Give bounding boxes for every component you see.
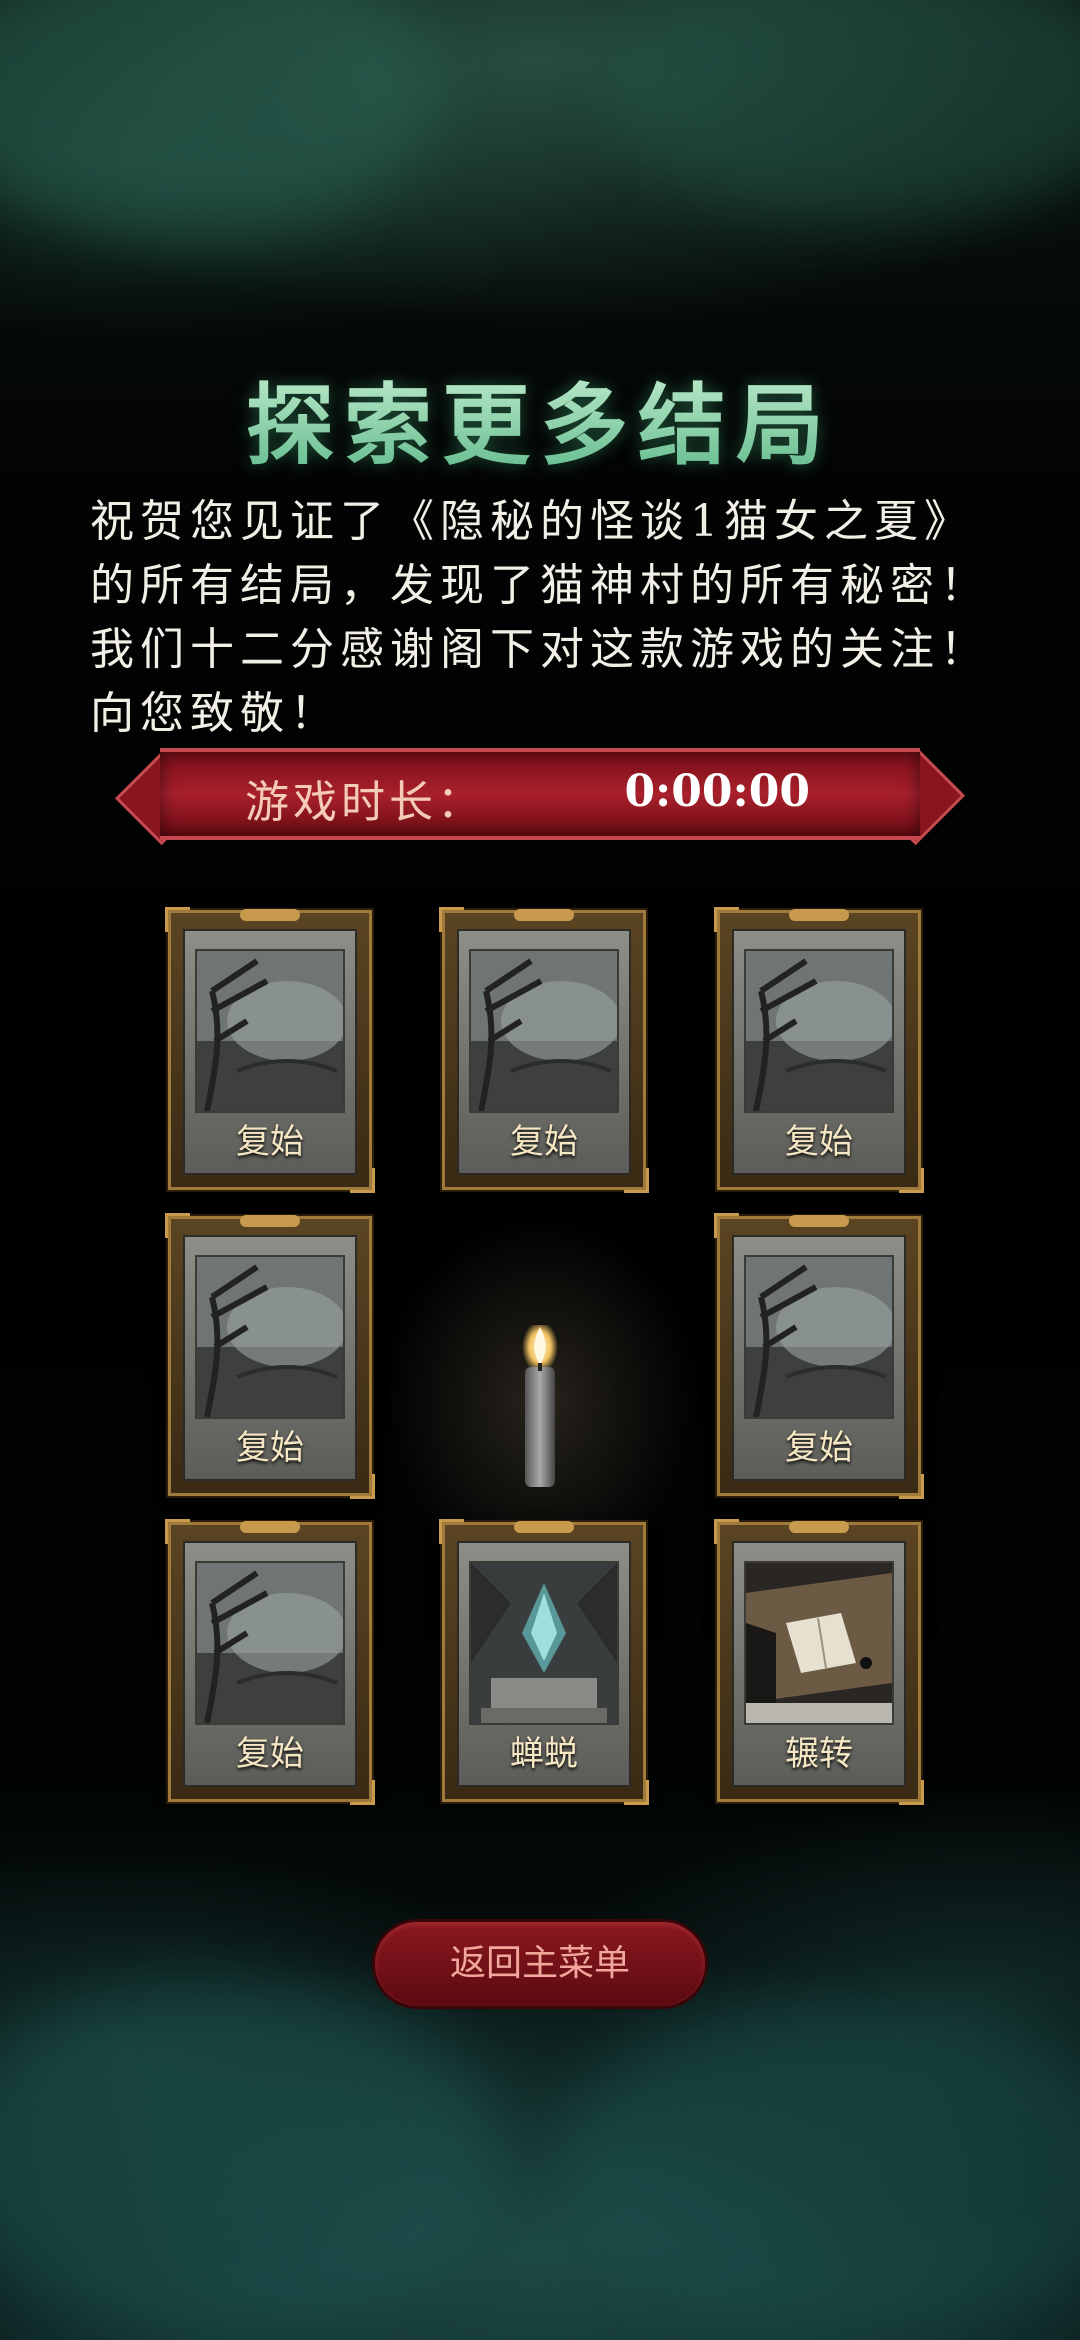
ending-card[interactable]: 复始 bbox=[439, 907, 649, 1193]
ending-card[interactable]: 蝉蜕 bbox=[439, 1519, 649, 1805]
cicada-shell-image bbox=[469, 1561, 619, 1725]
ending-card[interactable]: 复始 bbox=[714, 1213, 924, 1499]
card-ornament bbox=[514, 909, 574, 921]
smoke-decoration bbox=[560, 2000, 1080, 2340]
card-inner: 复始 bbox=[183, 929, 357, 1175]
smoke-decoration bbox=[0, 0, 440, 240]
ending-card[interactable]: 复始 bbox=[714, 907, 924, 1193]
forest-tree-image bbox=[469, 949, 619, 1113]
forest-tree-image bbox=[195, 1255, 345, 1419]
playtime-value: 0:00:00 bbox=[624, 766, 810, 817]
smoke-decoration bbox=[0, 1980, 500, 2340]
card-inner: 复始 bbox=[732, 1235, 906, 1481]
card-ornament bbox=[240, 909, 300, 921]
forest-tree-image bbox=[195, 1561, 345, 1725]
card-inner: 辗转 bbox=[732, 1541, 906, 1787]
card-inner: 复始 bbox=[183, 1541, 357, 1787]
desk-book-image bbox=[744, 1561, 894, 1725]
congratulations-message: 祝贺您见证了《隐秘的怪谈1猫女之夏》的所有结局，发现了猫神村的所有秘密！我们十二… bbox=[90, 496, 990, 739]
ending-label: 复始 bbox=[236, 1122, 304, 1162]
card-ornament bbox=[789, 1521, 849, 1533]
ending-label: 复始 bbox=[236, 1428, 304, 1468]
playtime-banner: 游戏时长： 0:00:00 bbox=[110, 748, 970, 846]
ending-label: 复始 bbox=[236, 1734, 304, 1774]
ending-label: 复始 bbox=[510, 1122, 578, 1162]
card-ornament bbox=[789, 1215, 849, 1227]
ending-card[interactable]: 复始 bbox=[165, 907, 375, 1193]
ending-label: 蝉蜕 bbox=[510, 1734, 578, 1774]
ending-card[interactable]: 复始 bbox=[165, 1519, 375, 1805]
card-ornament bbox=[789, 909, 849, 921]
back-to-main-menu-button[interactable]: 返回主菜单 bbox=[375, 1922, 705, 2006]
forest-tree-image bbox=[744, 1255, 894, 1419]
ending-card[interactable]: 辗转 bbox=[714, 1519, 924, 1805]
ending-card[interactable]: 复始 bbox=[165, 1213, 375, 1499]
smoke-decoration bbox=[600, 0, 1080, 220]
card-ornament bbox=[240, 1215, 300, 1227]
forest-tree-image bbox=[195, 949, 345, 1113]
card-inner: 复始 bbox=[732, 929, 906, 1175]
card-inner: 复始 bbox=[457, 929, 631, 1175]
ending-label: 辗转 bbox=[785, 1734, 853, 1774]
ending-label: 复始 bbox=[785, 1428, 853, 1468]
endings-screen: 探索更多结局 祝贺您见证了《隐秘的怪谈1猫女之夏》的所有结局，发现了猫神村的所有… bbox=[0, 0, 1080, 2340]
ending-label: 复始 bbox=[785, 1122, 853, 1162]
playtime-label: 游戏时长： bbox=[245, 777, 485, 828]
card-inner: 蝉蜕 bbox=[457, 1541, 631, 1787]
candle-icon bbox=[522, 1325, 558, 1487]
card-inner: 复始 bbox=[183, 1235, 357, 1481]
page-title: 探索更多结局 bbox=[0, 355, 1080, 482]
forest-tree-image bbox=[744, 949, 894, 1113]
card-ornament bbox=[514, 1521, 574, 1533]
card-ornament bbox=[240, 1521, 300, 1533]
